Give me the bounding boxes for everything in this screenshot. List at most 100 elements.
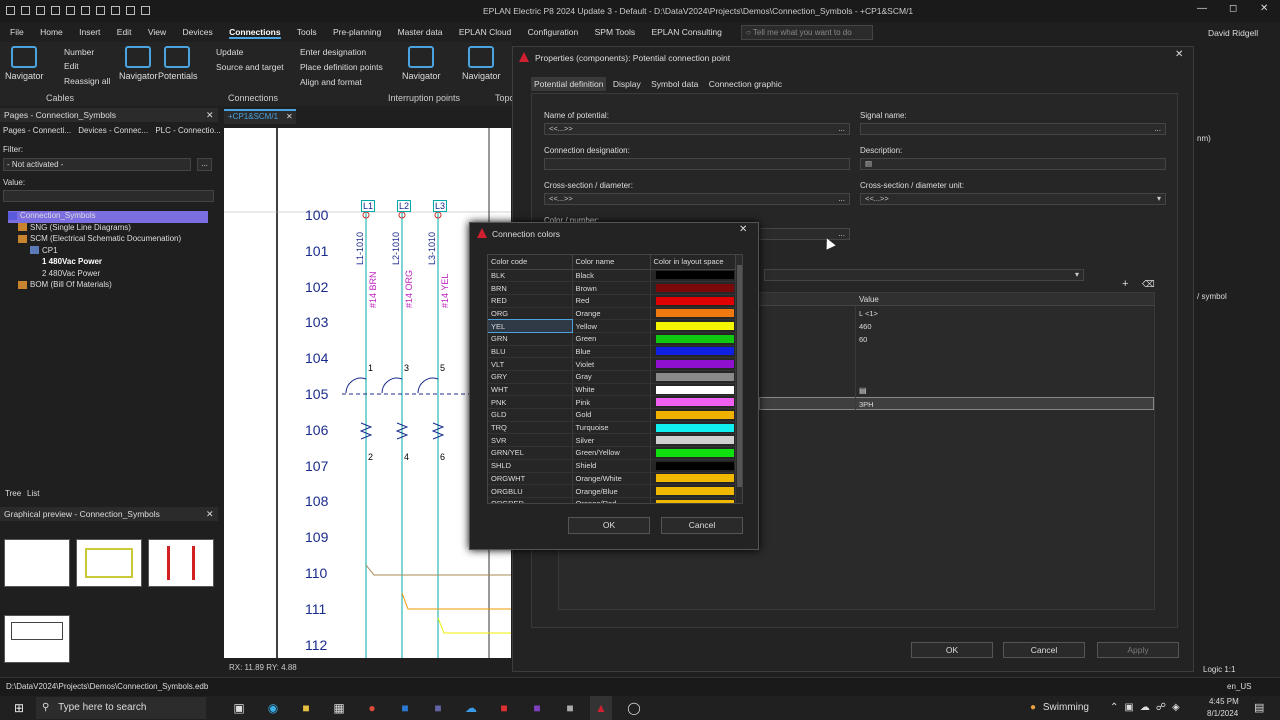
thumbnail-page[interactable] xyxy=(148,539,214,587)
color-row[interactable]: PNK Pink xyxy=(488,395,736,410)
color-name-cell[interactable]: Orange/Red xyxy=(572,497,651,503)
multilang-icon[interactable]: ▤ xyxy=(859,386,867,395)
cross-section-unit-select[interactable]: <<...>> ▾ xyxy=(860,193,1166,205)
color-name-cell[interactable]: Green xyxy=(572,332,651,346)
colors-cancel-button[interactable]: Cancel xyxy=(661,517,743,534)
preview-close-icon[interactable]: ✕ xyxy=(206,509,214,520)
color-name-cell[interactable]: Orange/Blue xyxy=(572,484,651,498)
color-code-cell[interactable]: GRN xyxy=(488,332,573,346)
properties-ok-button[interactable]: OK xyxy=(911,642,993,658)
browse-button[interactable]: ... xyxy=(1154,124,1161,134)
edit-button[interactable]: Edit xyxy=(64,61,79,71)
taskbar-search[interactable]: ⚲ Type here to search xyxy=(36,697,206,719)
align-format-button[interactable]: Align and format xyxy=(300,77,362,87)
browse-button[interactable]: ... xyxy=(838,194,845,204)
color-swatch-cell[interactable] xyxy=(650,446,736,460)
color-swatch-cell[interactable] xyxy=(650,332,736,346)
teams-icon[interactable]: ■ xyxy=(427,696,449,720)
source-target-button[interactable]: Source and target xyxy=(216,62,284,72)
minimize-icon[interactable]: — xyxy=(1197,3,1207,14)
color-swatch-cell[interactable] xyxy=(650,281,736,295)
color-name-cell[interactable]: Orange xyxy=(572,307,651,321)
menu-home[interactable]: Home xyxy=(40,27,63,37)
weather-widget[interactable]: ● Swimming xyxy=(1030,702,1089,713)
color-code-cell[interactable]: BRN xyxy=(488,281,573,295)
color-row[interactable]: BLK Black xyxy=(488,269,736,283)
color-code-cell[interactable]: BLK xyxy=(488,269,573,283)
color-row[interactable]: VLT Violet xyxy=(488,357,736,371)
close-icon[interactable]: ✕ xyxy=(1260,3,1268,14)
update-button[interactable]: Update xyxy=(216,47,243,57)
color-row[interactable]: ORGWHT Orange/White xyxy=(488,472,736,486)
color-row[interactable]: GRN Green xyxy=(488,332,736,346)
properties-cancel-button[interactable]: Cancel xyxy=(1003,642,1085,658)
color-name-cell[interactable]: Red xyxy=(572,294,651,308)
menu-tools[interactable]: Tools xyxy=(297,27,317,37)
color-name-cell[interactable]: Blue xyxy=(572,345,651,359)
color-code-cell[interactable]: GLD xyxy=(488,408,573,422)
color-swatch-cell[interactable] xyxy=(650,294,736,308)
color-row[interactable]: SVR Silver xyxy=(488,433,736,448)
color-name-cell[interactable]: Violet xyxy=(572,357,651,371)
thumbnail-page[interactable] xyxy=(4,539,70,587)
scrollbar-thumb[interactable] xyxy=(737,265,742,487)
close-tab-icon[interactable]: ✕ xyxy=(286,112,293,121)
clock-time[interactable]: 4:45 PM xyxy=(1209,697,1239,706)
color-name-cell[interactable]: Black xyxy=(572,269,651,283)
onedrive-icon[interactable]: ☁ xyxy=(460,696,482,720)
onenote-icon[interactable]: ■ xyxy=(526,696,548,720)
properties-close-icon[interactable]: ✕ xyxy=(1175,49,1183,60)
menu-file[interactable]: File xyxy=(10,27,24,37)
color-row[interactable]: GRN/YEL Green/Yellow xyxy=(488,446,736,460)
color-swatch-cell[interactable] xyxy=(650,408,736,422)
navigator3-button[interactable]: Navigator xyxy=(402,46,441,81)
color-swatch-cell[interactable] xyxy=(650,395,736,410)
color-name-cell[interactable]: Green/Yellow xyxy=(572,446,651,460)
menu-eplan-consulting[interactable]: EPLAN Consulting xyxy=(651,27,721,37)
color-swatch-cell[interactable] xyxy=(650,319,736,333)
menu-insert[interactable]: Insert xyxy=(79,27,100,37)
color-row[interactable]: TRQ Turquoise xyxy=(488,421,736,435)
grid-value-cell[interactable]: 60 xyxy=(859,335,867,344)
color-row[interactable]: SHLD Shield xyxy=(488,459,736,473)
colors-ok-button[interactable]: OK xyxy=(568,517,650,534)
properties-apply-button[interactable]: Apply xyxy=(1097,642,1179,658)
color-swatch-cell[interactable] xyxy=(650,357,736,371)
color-swatch-cell[interactable] xyxy=(650,345,736,359)
color-code-cell[interactable]: YEL xyxy=(488,318,573,334)
color-row[interactable]: WHT White xyxy=(488,383,736,397)
color-swatch-cell[interactable] xyxy=(650,497,736,503)
color-row[interactable]: ORGRED Orange/Red xyxy=(488,497,736,503)
color-swatch-cell[interactable] xyxy=(650,484,736,498)
col-color-code[interactable]: Color code xyxy=(488,255,573,270)
color-swatch-cell[interactable] xyxy=(650,421,736,435)
color-name-cell[interactable]: Gold xyxy=(572,408,651,422)
browse-button[interactable]: ... xyxy=(838,124,845,134)
color-name-cell[interactable]: Brown xyxy=(572,281,651,295)
color-code-cell[interactable]: ORG xyxy=(488,307,573,321)
user-name[interactable]: David Ridgell xyxy=(1208,28,1258,38)
color-code-cell[interactable]: SHLD xyxy=(488,459,573,473)
tab-potential-definition[interactable]: Potential definition xyxy=(531,77,607,91)
color-swatch-cell[interactable] xyxy=(650,269,736,283)
store-icon[interactable]: ▦ xyxy=(328,696,350,720)
tree-item-page2[interactable]: 2 480Vac Power xyxy=(8,269,208,281)
navigator4-button[interactable]: Navigator xyxy=(462,46,501,81)
tree-item-bom[interactable]: BOM (Bill Of Materials) xyxy=(8,280,208,292)
navigator2-button[interactable]: Navigator xyxy=(119,46,158,81)
color-swatch-cell[interactable] xyxy=(650,472,736,486)
reassign-all-button[interactable]: Reassign all xyxy=(64,76,110,86)
thumbnail-page[interactable] xyxy=(76,539,142,587)
multilang-icon[interactable]: ▤ xyxy=(865,159,872,168)
tab-list[interactable]: List xyxy=(27,489,39,498)
menu-devices[interactable]: Devices xyxy=(182,27,212,37)
app-settings-icon[interactable]: ◯ xyxy=(623,696,645,720)
tab-display[interactable]: Display xyxy=(613,79,641,89)
color-row[interactable]: BRN Brown xyxy=(488,281,736,295)
color-name-cell[interactable]: Silver xyxy=(572,433,651,448)
eplan-taskbar-icon[interactable]: ▲ xyxy=(590,696,612,720)
enter-designation-button[interactable]: Enter designation xyxy=(300,47,366,57)
color-code-cell[interactable]: PNK xyxy=(488,395,573,410)
menu-view[interactable]: View xyxy=(148,27,166,37)
color-row[interactable]: GLD Gold xyxy=(488,408,736,422)
